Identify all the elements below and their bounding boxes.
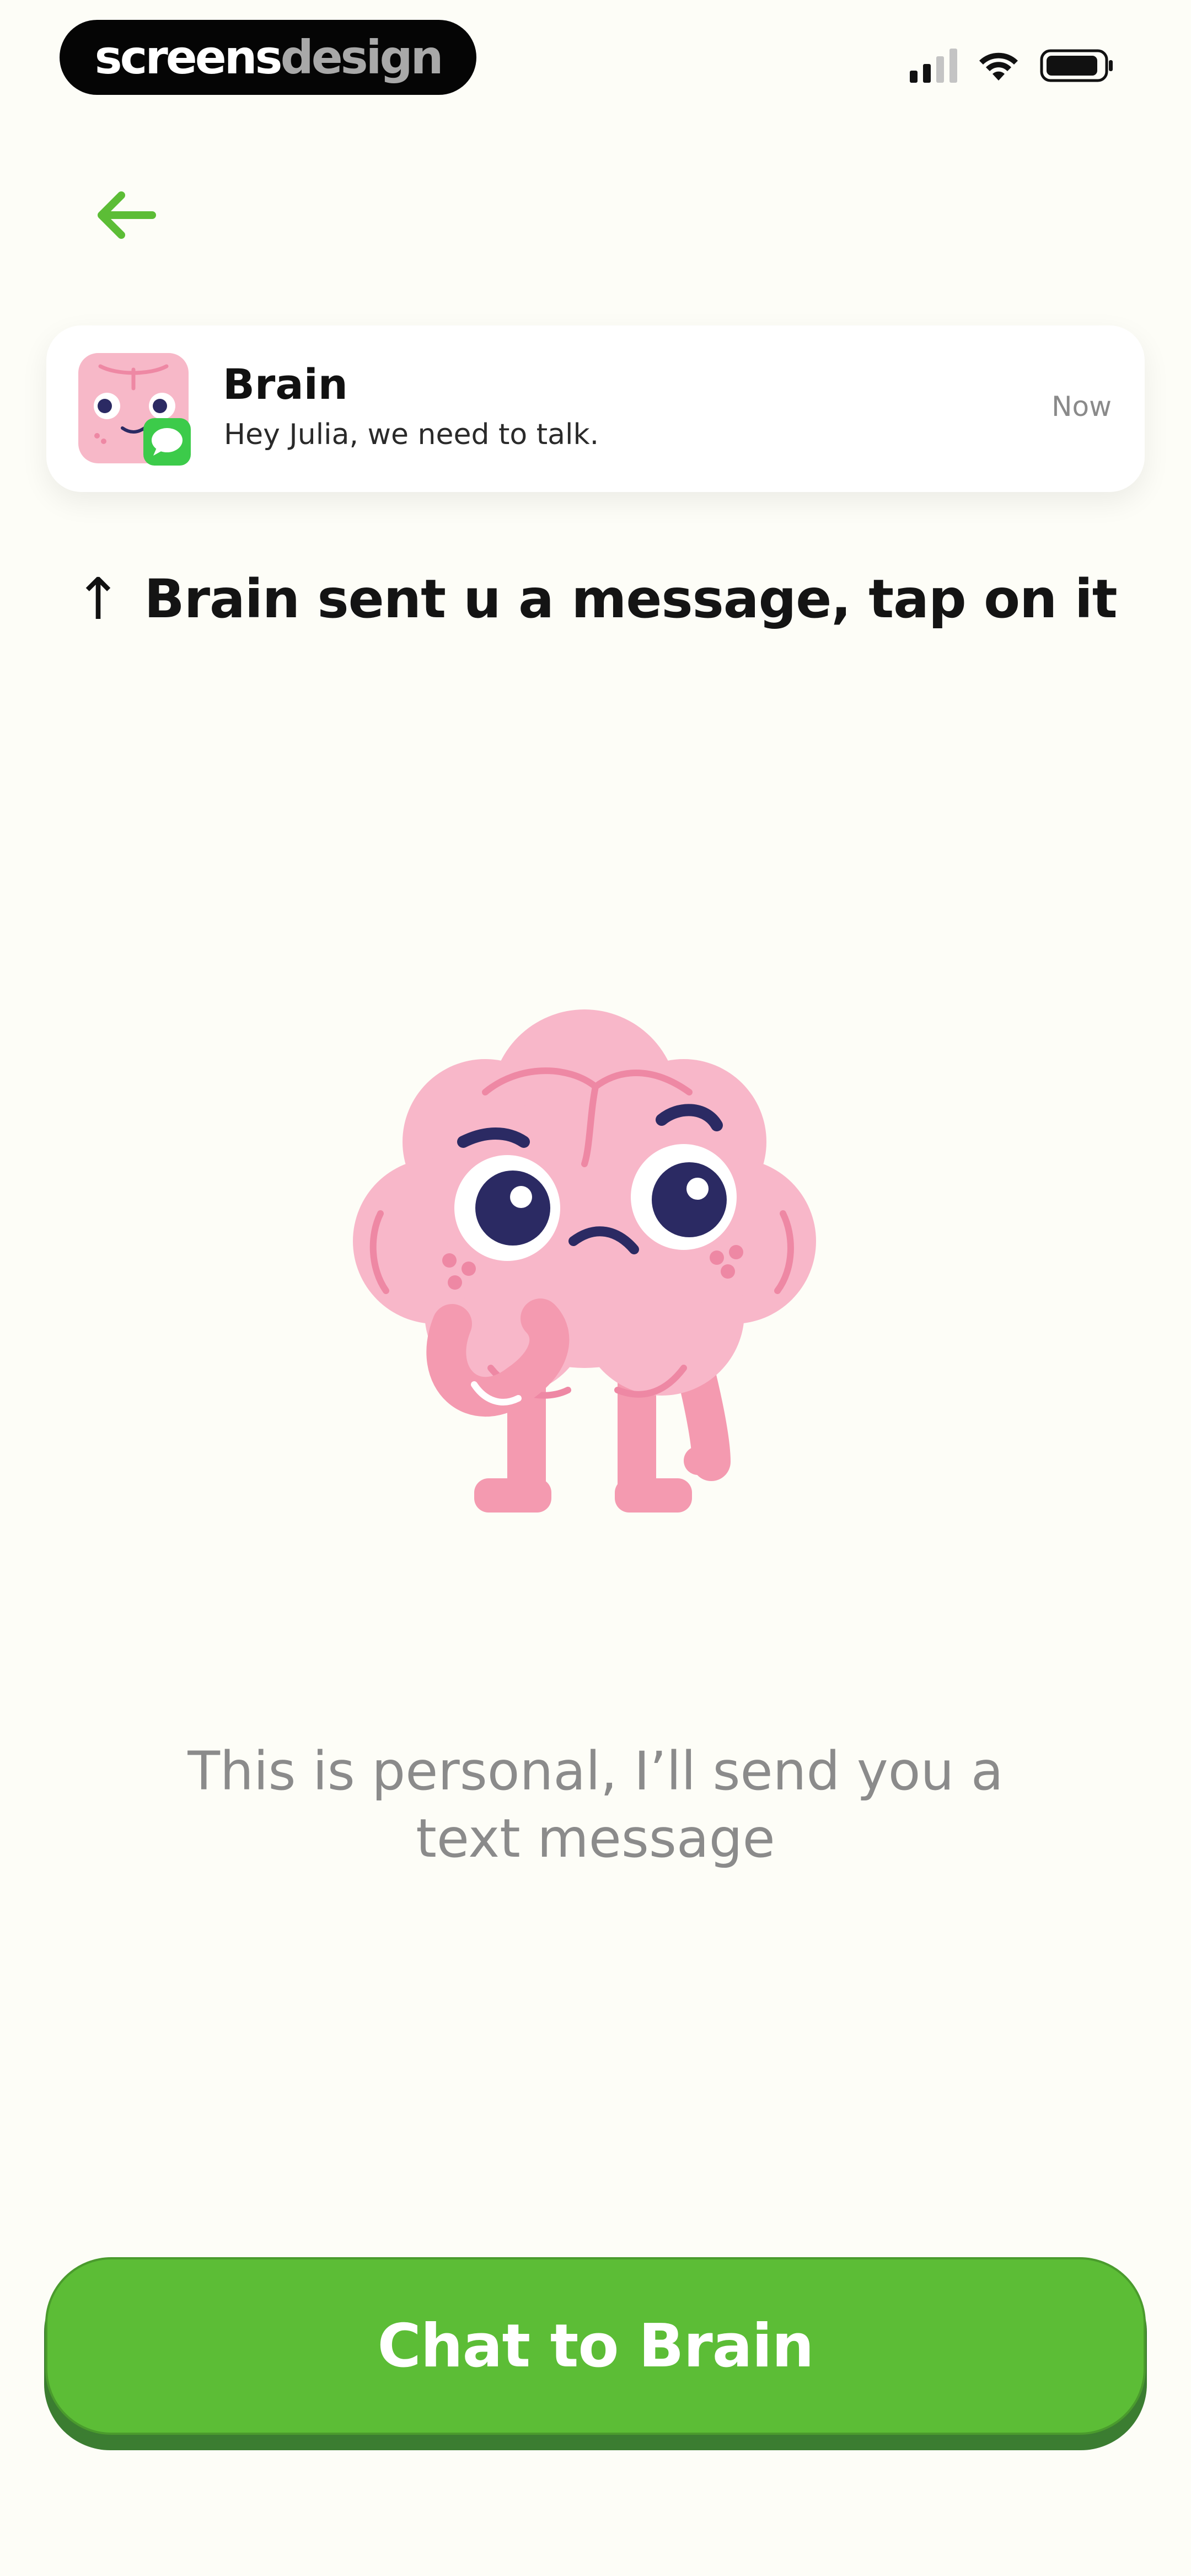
brain-mascot-illustration — [353, 1009, 816, 1513]
brand-word-2: design — [280, 30, 444, 84]
notification-body: Hey Julia, we need to talk. — [224, 418, 599, 451]
status-bar-icons — [910, 49, 1114, 83]
instruction: ↑ Brain sent u a message, tap on it — [0, 568, 1191, 630]
chat-to-brain-button[interactable]: Chat to Brain — [45, 2257, 1146, 2435]
cellular-signal-icon — [910, 49, 957, 83]
caption: This is personal, I’ll send you a text m… — [0, 1738, 1191, 1872]
screen: screens design Brain Hey Julia, we need … — [0, 0, 1191, 2576]
caption-line-2: text message — [416, 1808, 775, 1869]
cta-label: Chat to Brain — [377, 2311, 814, 2381]
caption-line-1: This is personal, I’ll send you a — [187, 1740, 1004, 1802]
notification-time: Now — [1051, 391, 1112, 423]
brain-avatar — [78, 353, 191, 466]
arrow-up-icon: ↑ — [74, 565, 122, 633]
instruction-text: Brain sent u a message, tap on it — [144, 568, 1118, 630]
wifi-icon — [979, 52, 1018, 81]
arrow-left-icon — [98, 191, 156, 239]
battery-icon — [1040, 49, 1113, 82]
notification-title: Brain — [223, 360, 348, 409]
message-notification[interactable]: Brain Hey Julia, we need to talk. Now — [46, 325, 1145, 492]
back-button[interactable] — [93, 182, 159, 248]
screensdesign-watermark: screens design — [60, 20, 476, 95]
brand-word-1: screens — [94, 30, 283, 84]
